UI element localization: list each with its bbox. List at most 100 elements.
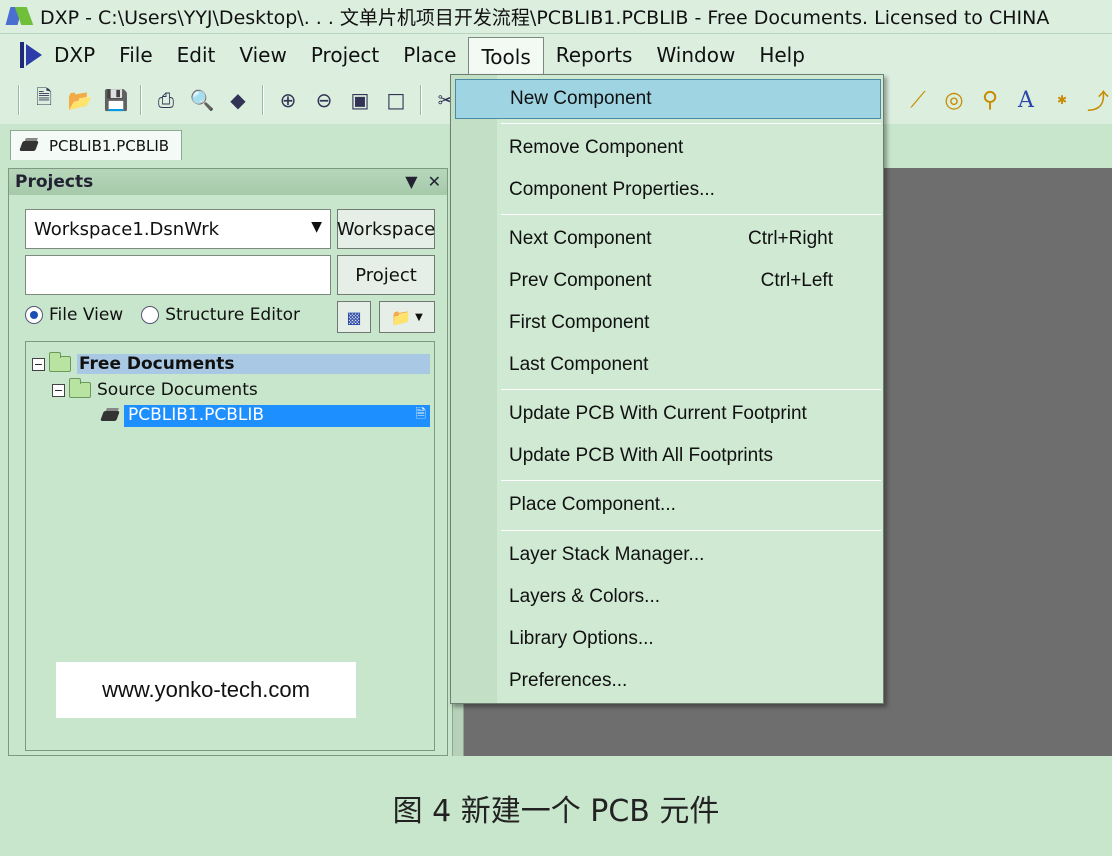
menu-item-next-component[interactable]: Next Component Ctrl+Right xyxy=(455,219,881,259)
menu-separator xyxy=(501,480,881,481)
zoom-in-icon[interactable]: ⊕ xyxy=(274,86,302,114)
panel-menu-icon[interactable]: ▼ xyxy=(405,172,417,191)
menu-separator xyxy=(501,214,881,215)
menu-item-remove-component[interactable]: Remove Component xyxy=(455,128,881,168)
arc-icon[interactable]: ⤴ xyxy=(1084,86,1112,115)
3d-view-icon[interactable]: ◆ xyxy=(224,86,252,114)
menu-window[interactable]: Window xyxy=(644,36,747,74)
view-options: File View Structure Editor xyxy=(25,305,300,325)
toolbar-separator xyxy=(140,85,142,115)
save-icon[interactable]: 💾 xyxy=(102,86,130,114)
project-field[interactable] xyxy=(25,255,331,295)
folder-icon xyxy=(69,378,91,398)
toolbar-separator xyxy=(262,85,264,115)
projects-panel-title: Projects xyxy=(15,172,94,192)
title-bar: DXP - C:\Users\YYJ\Desktop\. . . 文单片机项目开… xyxy=(0,0,1112,34)
menu-bar: DXP File Edit View Project Place Tools R… xyxy=(0,34,1112,76)
tree-file-label: PCBLIB1.PCBLIB xyxy=(128,405,265,425)
menu-item-label: Update PCB With Current Footprint xyxy=(509,403,807,424)
line-icon[interactable]: ⟋ xyxy=(904,86,932,114)
tree-root-label: Free Documents xyxy=(77,354,430,374)
menu-dxp[interactable]: DXP xyxy=(54,36,107,74)
menu-item-layer-stack-manager[interactable]: Layer Stack Manager... xyxy=(455,535,881,575)
menu-item-shortcut: Ctrl+Left xyxy=(760,270,833,291)
menu-edit[interactable]: Edit xyxy=(165,36,228,74)
zoom-out-icon[interactable]: ⊖ xyxy=(310,86,338,114)
menu-separator xyxy=(501,389,881,390)
menu-item-new-component[interactable]: New Component xyxy=(455,79,881,119)
open-folder-icon[interactable]: 📂 xyxy=(66,86,94,114)
menu-item-shortcut: Ctrl+Right xyxy=(748,228,833,249)
menu-item-label: Layers & Colors... xyxy=(509,586,660,607)
collapse-icon[interactable]: − xyxy=(32,357,45,371)
tree-row-source-documents[interactable]: − Source Documents xyxy=(52,378,258,402)
zoom-fit-icon[interactable]: ▣ xyxy=(346,86,374,114)
dxp-logo-icon[interactable] xyxy=(20,42,46,68)
tree-row-pcblib1[interactable]: PCBLIB1.PCBLIB 🗎 xyxy=(100,404,430,428)
collapse-icon[interactable]: − xyxy=(52,383,65,397)
menu-item-label: Component Properties... xyxy=(509,179,715,200)
stack-icon: ▩ xyxy=(346,307,362,327)
print-icon[interactable]: ⎙ xyxy=(152,86,180,114)
string-icon[interactable]: ✱ xyxy=(1048,86,1076,114)
menu-separator xyxy=(501,123,881,124)
figure-caption: 图 4 新建一个 PCB 元件 xyxy=(0,760,1112,856)
menu-item-label: Last Component xyxy=(509,354,649,375)
menu-item-update-pcb-current[interactable]: Update PCB With Current Footprint xyxy=(455,394,881,434)
close-icon[interactable]: ✕ xyxy=(428,172,441,191)
project-button[interactable]: Project xyxy=(337,255,435,295)
menu-item-label: Preferences... xyxy=(509,670,628,691)
tools-menu-dropdown: New Component Remove Component Component… xyxy=(450,74,884,704)
menu-tools[interactable]: Tools xyxy=(468,36,544,76)
menu-item-label: Library Options... xyxy=(509,628,654,649)
menu-reports[interactable]: Reports xyxy=(544,36,645,74)
menu-project[interactable]: Project xyxy=(299,36,391,74)
text-icon[interactable]: A xyxy=(1012,86,1040,114)
folder-icon xyxy=(49,352,71,372)
pcb-library-icon xyxy=(19,137,41,154)
menu-item-prev-component[interactable]: Prev Component Ctrl+Left xyxy=(455,261,881,301)
file-view-label[interactable]: File View xyxy=(49,305,123,325)
pad-icon[interactable]: ◎ xyxy=(940,86,968,114)
structure-editor-radio[interactable] xyxy=(141,306,160,324)
via-icon[interactable]: ⚲ xyxy=(976,86,1004,114)
workspace-select-value: Workspace1.DsnWrk xyxy=(34,218,220,240)
file-view-radio[interactable] xyxy=(25,306,43,324)
structure-editor-label[interactable]: Structure Editor xyxy=(165,305,300,325)
menu-place[interactable]: Place xyxy=(391,36,468,74)
menu-view[interactable]: View xyxy=(227,36,298,74)
tree-row-free-documents[interactable]: − Free Documents xyxy=(32,352,430,376)
menu-item-preferences[interactable]: Preferences... xyxy=(455,661,881,701)
folder-options-button[interactable]: 📁 ▼ xyxy=(379,301,435,333)
toolbar-place-group: ⟋ ◎ ⚲ A ✱ ⤴ xyxy=(900,76,1112,124)
tree-group-label: Source Documents xyxy=(97,380,258,400)
document-tab-pcblib1[interactable]: PCBLIB1.PCBLIB xyxy=(10,130,182,160)
toolbar-separator xyxy=(18,85,20,115)
dxp-app-icon xyxy=(5,5,34,29)
menu-item-library-options[interactable]: Library Options... xyxy=(455,619,881,659)
menu-item-update-pcb-all[interactable]: Update PCB With All Footprints xyxy=(455,436,881,476)
window-title: DXP - C:\Users\YYJ\Desktop\. . . 文单片机项目开… xyxy=(40,7,1050,29)
menu-item-layers-colors[interactable]: Layers & Colors... xyxy=(455,577,881,617)
menu-item-last-component[interactable]: Last Component xyxy=(455,345,881,385)
workspace-select[interactable]: Workspace1.DsnWrk ▼ xyxy=(25,209,331,249)
menu-file[interactable]: File xyxy=(107,36,164,74)
chevron-down-icon[interactable]: ▼ xyxy=(311,219,322,235)
menu-item-label: First Component xyxy=(509,312,650,333)
menu-item-first-component[interactable]: First Component xyxy=(455,303,881,343)
menu-item-label: New Component xyxy=(510,88,652,109)
compile-button[interactable]: ▩ xyxy=(337,301,371,333)
menu-item-label: Next Component xyxy=(509,228,652,249)
print-preview-icon[interactable]: 🔍 xyxy=(188,86,216,114)
menu-item-place-component[interactable]: Place Component... xyxy=(455,485,881,525)
zoom-selection-icon[interactable]: □ xyxy=(382,86,410,114)
menu-item-label: Layer Stack Manager... xyxy=(509,544,705,565)
new-document-icon[interactable]: 🗎 xyxy=(30,85,58,114)
workspace-button[interactable]: Workspace xyxy=(337,209,435,249)
projects-panel-header: Projects ▼ ✕ xyxy=(9,169,447,195)
document-modified-icon: 🗎 xyxy=(415,407,426,422)
menu-item-label: Place Component... xyxy=(509,494,676,515)
pcb-library-icon xyxy=(100,408,122,424)
menu-help[interactable]: Help xyxy=(747,36,817,74)
menu-item-component-properties[interactable]: Component Properties... xyxy=(455,170,881,210)
